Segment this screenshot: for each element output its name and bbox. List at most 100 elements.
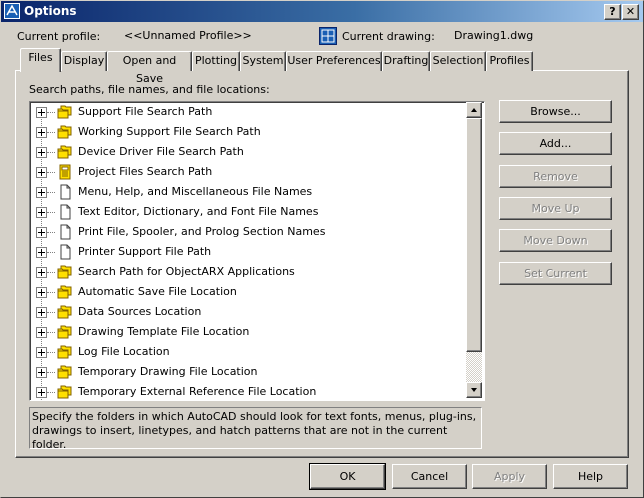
- ok-button[interactable]: OK: [309, 463, 386, 490]
- tree-connector: [47, 232, 55, 233]
- move-up-button[interactable]: Move Up: [499, 197, 612, 220]
- tree-item[interactable]: Device Driver File Search Path: [30, 142, 470, 162]
- folders-icon: [56, 324, 74, 340]
- tree-connector: [47, 172, 55, 173]
- tab-system[interactable]: System: [240, 51, 286, 71]
- tree-item[interactable]: Print File, Spooler, and Prolog Section …: [30, 222, 470, 242]
- tree-item-label: Project Files Search Path: [78, 165, 213, 178]
- tree-connector: [47, 312, 55, 313]
- tree-item[interactable]: Printer Support File Path: [30, 242, 470, 262]
- tree-item-label: Printer Support File Path: [78, 245, 212, 258]
- tab-plotting[interactable]: Plotting: [192, 51, 240, 71]
- folders-icon: [56, 124, 74, 140]
- tree-item-label: Menu, Help, and Miscellaneous File Names: [78, 185, 313, 198]
- close-button[interactable]: ✕: [622, 4, 639, 20]
- expand-plus-icon[interactable]: [36, 207, 47, 218]
- expand-plus-icon[interactable]: [36, 247, 47, 258]
- expand-plus-icon[interactable]: [36, 367, 47, 378]
- tree-connector: [47, 392, 55, 393]
- tab-profiles[interactable]: Profiles: [486, 51, 533, 71]
- help-button[interactable]: ?: [604, 4, 621, 20]
- expand-plus-icon[interactable]: [36, 267, 47, 278]
- tree-item[interactable]: Drawing Template File Location: [30, 322, 470, 342]
- folders-icon: [56, 104, 74, 120]
- tree-connector: [47, 292, 55, 293]
- folders-icon: [56, 144, 74, 160]
- tree-connector: [47, 192, 55, 193]
- tree-item[interactable]: Support File Search Path: [30, 102, 470, 122]
- tree-item[interactable]: Search Path for ObjectARX Applications: [30, 262, 470, 282]
- tree-item[interactable]: Temporary External Reference File Locati…: [30, 382, 470, 400]
- folders-icon: [56, 304, 74, 320]
- tree-item-label: Working Support File Search Path: [78, 125, 261, 138]
- tree-item-label: Temporary External Reference File Locati…: [78, 385, 317, 398]
- document-icon: [56, 224, 74, 240]
- expand-plus-icon[interactable]: [36, 147, 47, 158]
- project-icon: [56, 164, 74, 180]
- tree-connector: [47, 112, 55, 113]
- expand-plus-icon[interactable]: [36, 287, 47, 298]
- expand-plus-icon[interactable]: [36, 167, 47, 178]
- folders-icon: [56, 264, 74, 280]
- expand-plus-icon[interactable]: [36, 387, 47, 398]
- tree-connector: [47, 252, 55, 253]
- tree-item[interactable]: Project Files Search Path: [30, 162, 470, 182]
- tree-item[interactable]: Temporary Drawing File Location: [30, 362, 470, 382]
- expand-plus-icon[interactable]: [36, 327, 47, 338]
- expand-plus-icon[interactable]: [36, 347, 47, 358]
- tree-connector: [47, 332, 55, 333]
- description-box: Specify the folders in which AutoCAD sho…: [29, 407, 482, 451]
- tree-item-label: Log File Location: [78, 345, 170, 358]
- title-bar[interactable]: Options ? ✕: [0, 0, 644, 22]
- tree-item[interactable]: Menu, Help, and Miscellaneous File Names: [30, 182, 470, 202]
- drawing-icon: [319, 27, 337, 45]
- tree-scrollbar[interactable]: [466, 102, 482, 398]
- expand-plus-icon[interactable]: [36, 307, 47, 318]
- set-current-button[interactable]: Set Current: [499, 262, 612, 285]
- scroll-down-button[interactable]: [466, 382, 482, 398]
- arrow-up-icon: [471, 108, 477, 112]
- expand-plus-icon[interactable]: [36, 187, 47, 198]
- tree-item-label: Search Path for ObjectARX Applications: [78, 265, 295, 278]
- expand-plus-icon[interactable]: [36, 127, 47, 138]
- tree-connector: [47, 352, 55, 353]
- scroll-thumb[interactable]: [466, 118, 482, 352]
- add-button[interactable]: Add...: [499, 132, 612, 155]
- tree-connector: [47, 132, 55, 133]
- arrow-down-icon: [471, 388, 477, 392]
- tab-drafting[interactable]: Drafting: [382, 51, 430, 71]
- cancel-button[interactable]: Cancel: [392, 464, 467, 489]
- tree-item-label: Support File Search Path: [78, 105, 213, 118]
- expand-plus-icon[interactable]: [36, 227, 47, 238]
- scroll-up-button[interactable]: [466, 102, 482, 118]
- folders-icon: [56, 284, 74, 300]
- tab-user-preferences[interactable]: User Preferences: [286, 51, 382, 71]
- tab-files[interactable]: Files: [20, 48, 61, 72]
- tree-item[interactable]: Working Support File Search Path: [30, 122, 470, 142]
- tree-item[interactable]: Log File Location: [30, 342, 470, 362]
- tree-item[interactable]: Text Editor, Dictionary, and Font File N…: [30, 202, 470, 222]
- tree-item[interactable]: Data Sources Location: [30, 302, 470, 322]
- folders-icon: [56, 344, 74, 360]
- remove-button[interactable]: Remove: [499, 165, 612, 188]
- tab-display[interactable]: Display: [61, 51, 107, 71]
- file-tree[interactable]: Support File Search Path Working Support …: [29, 101, 485, 401]
- help-footer-button[interactable]: Help: [553, 464, 628, 489]
- tree-item-label: Automatic Save File Location: [78, 285, 237, 298]
- apply-button[interactable]: Apply: [472, 464, 547, 489]
- move-down-button[interactable]: Move Down: [499, 229, 612, 252]
- document-icon: [56, 184, 74, 200]
- browse-button[interactable]: Browse...: [499, 100, 612, 123]
- document-icon: [56, 204, 74, 220]
- tree-item-label: Text Editor, Dictionary, and Font File N…: [78, 205, 319, 218]
- expand-plus-icon[interactable]: [36, 107, 47, 118]
- tree-connector: [47, 372, 55, 373]
- tab-open-and-save[interactable]: Open and Save: [107, 51, 192, 85]
- tree-connector: [47, 272, 55, 273]
- tree-connector: [47, 152, 55, 153]
- tree-item-label: Data Sources Location: [78, 305, 202, 318]
- tab-selection[interactable]: Selection: [430, 51, 486, 71]
- current-drawing-label: Current drawing:: [342, 30, 435, 43]
- tree-item[interactable]: Automatic Save File Location: [30, 282, 470, 302]
- tree-item-label: Drawing Template File Location: [78, 325, 250, 338]
